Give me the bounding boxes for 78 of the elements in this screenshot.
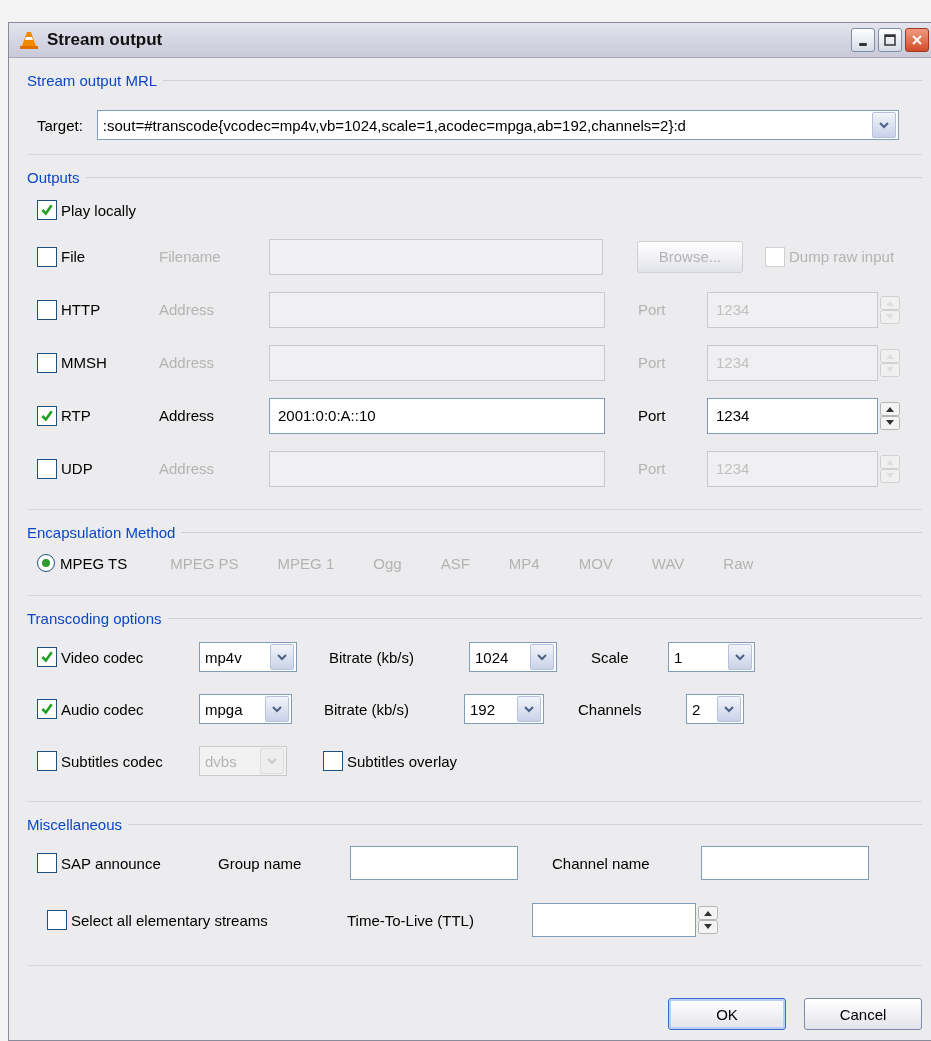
bitrate-label: Bitrate (kb/s) xyxy=(324,700,411,718)
target-field[interactable]: :sout=#transcode{vcodec=mp4v,vb=1024,scale=1,acodec=mpga,ab=192,channels=2}:d xyxy=(96,110,899,140)
minimize-button[interactable] xyxy=(851,28,875,52)
checkbox[interactable] xyxy=(37,647,57,667)
checkbox[interactable] xyxy=(37,853,57,873)
checkbox-label: Video codec xyxy=(61,648,144,666)
target-label: Target: xyxy=(37,116,83,134)
ok-button[interactable]: OK xyxy=(668,998,786,1030)
filename-field[interactable] xyxy=(269,238,603,275)
radio-option[interactable]: MPEG TS xyxy=(37,554,128,572)
spinner-arrows-icon[interactable] xyxy=(698,906,718,934)
traffic-cone-icon xyxy=(19,30,39,50)
checkbox-label: Select all elementary streams xyxy=(71,911,268,929)
ttl-label: Time-To-Live (TTL) xyxy=(347,911,475,929)
option-label: Scale xyxy=(591,648,630,666)
checkbox[interactable] xyxy=(37,458,57,479)
group-title: Encapsulation Method xyxy=(27,524,177,541)
checkbox-label: Audio codec xyxy=(61,700,144,718)
checkbox-label: HTTP xyxy=(61,301,101,318)
checkbox[interactable] xyxy=(37,299,57,320)
address-label: Address xyxy=(159,354,216,371)
checkbox-label: Subtitles codec xyxy=(61,752,163,770)
browse-button[interactable]: Browse... xyxy=(637,240,743,273)
minimize-icon xyxy=(859,42,867,46)
group-name-field[interactable] xyxy=(350,846,518,880)
group-title: Outputs xyxy=(27,169,81,186)
maximize-icon xyxy=(884,34,896,46)
codec-dropdown[interactable]: mp4v xyxy=(199,642,297,672)
checkbox-label: File xyxy=(61,248,86,265)
port-label: Port xyxy=(638,460,667,477)
codec-dropdown[interactable]: mpga xyxy=(199,694,292,724)
port-field[interactable]: 1234 xyxy=(707,397,878,434)
address-label: Address xyxy=(159,301,216,318)
bitrate-dropdown[interactable]: 192 xyxy=(464,694,544,724)
checkbox-label: Play locally xyxy=(61,201,137,219)
checkbox-label: MMSH xyxy=(61,354,107,371)
port-label: Port xyxy=(638,407,667,424)
group-title: Miscellaneous xyxy=(27,816,124,833)
window-title: Stream output xyxy=(47,30,164,50)
address-field[interactable] xyxy=(269,450,605,487)
channel-name-field[interactable] xyxy=(701,846,869,880)
ttl-field[interactable] xyxy=(532,903,696,937)
bitrate-dropdown[interactable]: 1024 xyxy=(469,642,557,672)
group-title: Transcoding options xyxy=(27,610,163,627)
checkbox-label: RTP xyxy=(61,407,91,424)
checkbox[interactable] xyxy=(37,699,57,719)
checkbox[interactable] xyxy=(37,405,57,426)
option-label: Channels xyxy=(578,700,643,718)
group-title: Stream output MRL xyxy=(27,72,159,89)
checkbox-label: SAP announce xyxy=(61,854,161,872)
codec-dropdown[interactable]: dvbs xyxy=(199,746,287,776)
spinner-arrows-icon[interactable] xyxy=(880,401,900,430)
checkbox-label: UDP xyxy=(61,460,93,477)
checkbox[interactable] xyxy=(37,751,57,771)
group-name-label: Group name xyxy=(218,854,303,872)
checkbox[interactable] xyxy=(37,352,57,373)
close-icon xyxy=(911,34,923,46)
address-field[interactable] xyxy=(269,291,605,328)
checkbox-label: Dump raw input xyxy=(789,248,895,265)
checkbox[interactable] xyxy=(37,200,57,220)
address-label: Address xyxy=(159,460,216,477)
checkbox-label: Subtitles overlay xyxy=(347,752,458,770)
close-button[interactable] xyxy=(905,28,929,52)
checkbox[interactable] xyxy=(323,751,343,771)
checkbox[interactable] xyxy=(47,910,67,930)
address-field[interactable] xyxy=(269,344,605,381)
address-label: Address xyxy=(159,407,216,424)
bitrate-label: Bitrate (kb/s) xyxy=(329,648,416,666)
cancel-button[interactable]: Cancel xyxy=(804,998,922,1030)
filename-label: Filename xyxy=(159,248,222,265)
maximize-button[interactable] xyxy=(878,28,902,52)
checkbox[interactable] xyxy=(37,246,57,267)
address-field[interactable]: 2001:0:0:A::10 xyxy=(269,397,605,434)
value-dropdown[interactable]: 1 xyxy=(668,642,755,672)
channel-name-label: Channel name xyxy=(552,854,651,872)
port-label: Port xyxy=(638,354,667,371)
value-dropdown[interactable]: 2 xyxy=(686,694,744,724)
port-label: Port xyxy=(638,301,667,318)
